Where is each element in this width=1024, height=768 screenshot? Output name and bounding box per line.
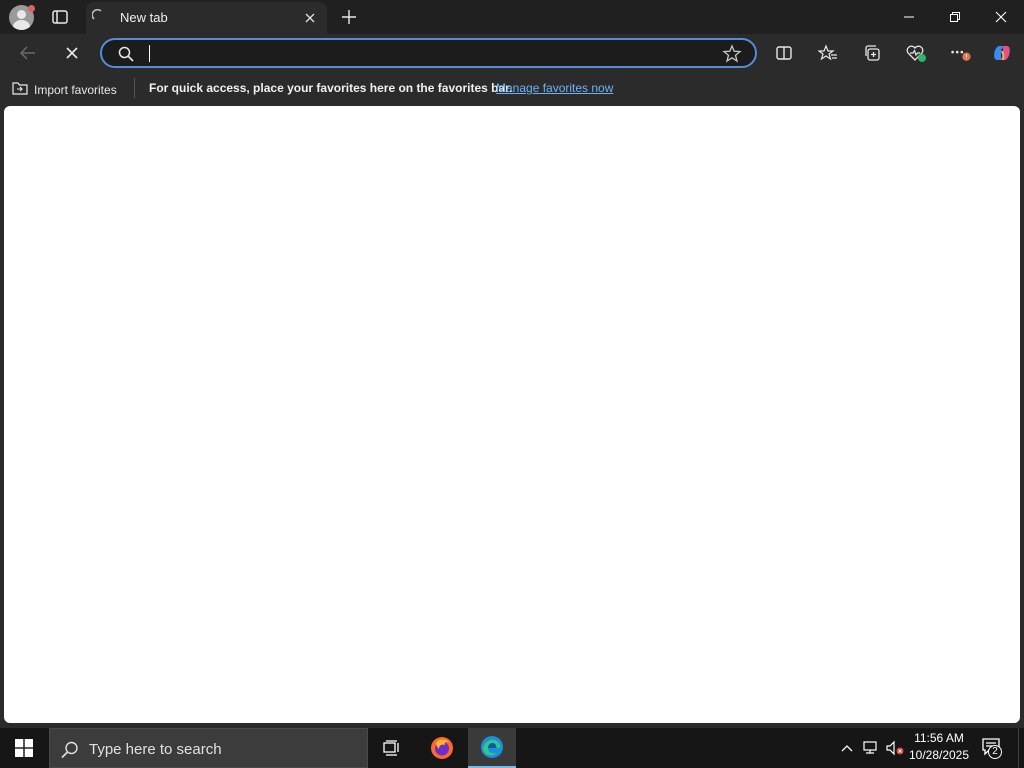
task-view-button[interactable] xyxy=(368,728,416,768)
show-desktop-button[interactable] xyxy=(1018,728,1024,768)
search-icon xyxy=(60,740,80,765)
favorites-list-icon[interactable] xyxy=(816,41,840,65)
close-tab-icon[interactable] xyxy=(302,10,318,26)
loading-spinner-icon xyxy=(91,8,104,20)
copilot-icon[interactable] xyxy=(990,41,1014,65)
close-window-button[interactable] xyxy=(978,0,1024,34)
import-icon xyxy=(11,80,29,99)
collections-icon[interactable] xyxy=(860,41,884,65)
taskbar-search[interactable]: Type here to search xyxy=(49,728,368,768)
stop-loading-icon[interactable] xyxy=(60,41,84,65)
browser-essentials-icon[interactable] xyxy=(904,41,928,65)
text-caret xyxy=(149,45,150,62)
profile-notification-dot xyxy=(28,5,35,12)
search-placeholder: Type here to search xyxy=(89,741,222,758)
screen: New tab Import favorites For quick acces… xyxy=(0,0,1024,768)
address-input[interactable] xyxy=(148,44,708,62)
firefox-icon xyxy=(431,737,453,759)
search-icon xyxy=(117,45,135,68)
import-favorites-button[interactable]: Import favorites xyxy=(11,80,117,99)
edge-icon xyxy=(481,736,503,758)
clock-date: 10/28/2025 xyxy=(908,748,970,762)
taskbar-clock[interactable]: 11:56 AM 10/28/2025 xyxy=(906,730,972,766)
divider xyxy=(134,78,135,98)
start-button[interactable] xyxy=(0,728,48,768)
favorite-star-icon[interactable] xyxy=(722,44,742,69)
taskbar-firefox[interactable] xyxy=(418,728,466,768)
task-view-icon xyxy=(383,740,399,756)
address-bar[interactable] xyxy=(100,38,757,68)
minimize-button[interactable] xyxy=(886,0,932,34)
back-arrow-icon[interactable] xyxy=(16,41,40,65)
tab-strip: New tab xyxy=(0,0,1024,34)
settings-more-icon[interactable] xyxy=(948,41,972,65)
notification-count-badge: 2 xyxy=(988,745,1002,759)
windows-logo-icon xyxy=(15,739,33,757)
tab-title: New tab xyxy=(120,10,168,25)
favorites-bar: Import favorites For quick access, place… xyxy=(0,72,1024,104)
split-screen-icon[interactable] xyxy=(772,41,796,65)
taskbar-edge[interactable] xyxy=(468,728,516,768)
tab-new-tab[interactable]: New tab xyxy=(86,2,327,34)
favorites-hint-text: For quick access, place your favorites h… xyxy=(149,81,513,95)
page-content xyxy=(4,106,1020,723)
show-hidden-icons-icon[interactable] xyxy=(837,738,857,758)
manage-favorites-link[interactable]: Manage favorites now xyxy=(496,81,613,95)
tab-actions-icon[interactable] xyxy=(49,6,71,28)
restore-button[interactable] xyxy=(932,0,978,34)
clock-time: 11:56 AM xyxy=(914,731,964,745)
new-tab-button[interactable] xyxy=(339,7,359,27)
volume-muted-icon[interactable] xyxy=(885,738,905,758)
taskbar: Type here to search 11:56 AM 10/28/2025 … xyxy=(0,728,1024,768)
import-favorites-label: Import favorites xyxy=(34,82,117,97)
network-icon[interactable] xyxy=(861,738,881,758)
